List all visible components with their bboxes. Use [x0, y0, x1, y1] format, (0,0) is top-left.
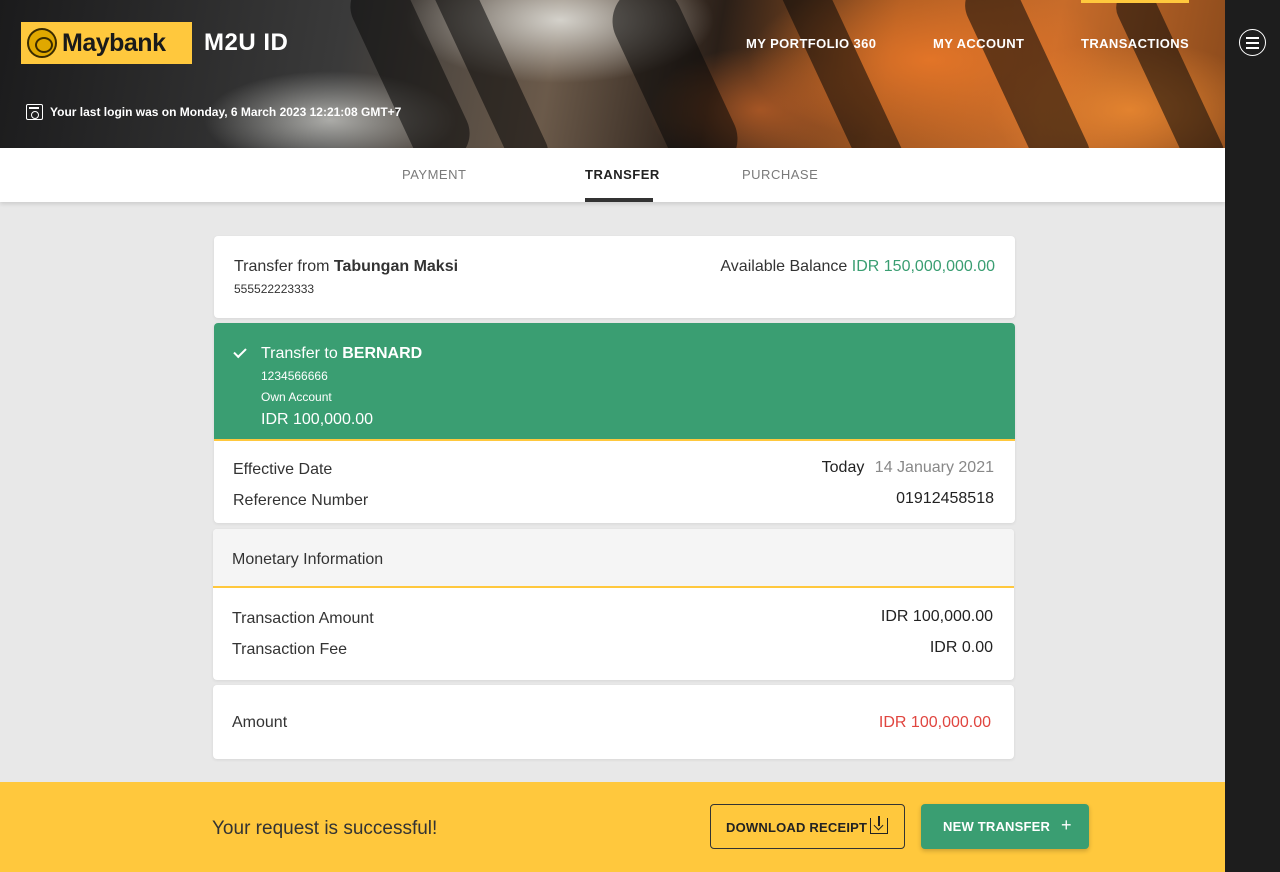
calendar-clock-icon [26, 104, 43, 120]
total-amount-card: Amount IDR 100,000.00 [213, 685, 1014, 759]
transfer-from-card: Transfer from Tabungan Maksi 55552222333… [214, 236, 1015, 318]
tab-purchase[interactable]: PURCHASE [742, 167, 818, 182]
menu-icon[interactable] [1239, 29, 1266, 56]
effective-date-value-line: Today 14 January 2021 [822, 459, 994, 477]
header-banner: Maybank M2U ID MY PORTFOLIO 360 MY ACCOU… [0, 0, 1225, 148]
total-amount-label: Amount [232, 714, 288, 731]
reference-number-value: 01912458518 [896, 490, 994, 507]
monetary-information-header: Monetary Information [213, 529, 1014, 588]
transaction-amount-value: IDR 100,000.00 [880, 608, 993, 625]
side-panel [1225, 0, 1280, 872]
transaction-fee-label: Transaction Fee [232, 641, 348, 658]
from-account-name: Tabungan Maksi [333, 258, 459, 275]
last-login-text: Your last login was on Monday, 6 March 2… [50, 105, 402, 119]
recipient-account-type: Own Account [261, 390, 332, 404]
effective-date-label: Effective Date [233, 461, 333, 478]
transfer-to-summary: Transfer to BERNARD 1234566666 Own Accou… [214, 323, 1015, 441]
transfer-to-line: Transfer to BERNARD [261, 345, 422, 363]
plus-icon: + [1061, 815, 1072, 835]
action-bar: Your request is successful! DOWNLOAD REC… [0, 782, 1225, 872]
monetary-information-title: Monetary Information [232, 551, 384, 568]
check-icon [233, 344, 247, 359]
nav-my-account[interactable]: MY ACCOUNT [933, 36, 1024, 51]
tab-bar: PAYMENT TRANSFER PURCHASE [0, 148, 1225, 202]
success-message: Your request is successful! [212, 818, 438, 839]
nav-active-accent [1081, 0, 1189, 3]
available-balance-label: Available Balance [720, 258, 848, 275]
last-login-info: Your last login was on Monday, 6 March 2… [26, 104, 401, 120]
transaction-amount-label: Transaction Amount [232, 610, 374, 627]
new-transfer-label: NEW TRANSFER [943, 819, 1051, 834]
available-balance-line: Available Balance IDR 150,000,000.00 [720, 258, 995, 276]
tiger-logo-icon [27, 28, 57, 58]
nav-my-portfolio-360[interactable]: MY PORTFOLIO 360 [746, 36, 876, 51]
today-label: Today [821, 459, 865, 476]
monetary-information-card: Monetary Information Transaction Amount … [213, 529, 1014, 680]
total-amount-value: IDR 100,000.00 [878, 714, 991, 731]
transfer-to-label: Transfer to [261, 345, 338, 362]
from-account-number: 555522223333 [234, 282, 315, 296]
download-receipt-button[interactable]: DOWNLOAD RECEIPT [710, 804, 905, 849]
transfer-from-label: Transfer from [234, 258, 330, 275]
recipient-account-number: 1234566666 [261, 369, 328, 383]
download-receipt-label: DOWNLOAD RECEIPT [726, 820, 868, 835]
logo-text: Maybank [62, 28, 166, 57]
recipient-name: BERNARD [342, 345, 423, 362]
new-transfer-button[interactable]: NEW TRANSFER + [921, 804, 1089, 849]
transfer-amount: IDR 100,000.00 [261, 411, 374, 428]
nav-transactions[interactable]: TRANSACTIONS [1081, 36, 1189, 51]
available-balance-value: IDR 150,000,000.00 [851, 258, 995, 275]
tab-payment[interactable]: PAYMENT [402, 167, 466, 182]
download-icon [870, 816, 888, 834]
maybank-logo[interactable]: Maybank [21, 22, 192, 64]
effective-date-value: 14 January 2021 [874, 459, 994, 476]
transaction-fee-value: IDR 0.00 [929, 639, 993, 656]
transfer-to-card: Transfer to BERNARD 1234566666 Own Accou… [214, 323, 1015, 523]
active-tab-indicator [585, 198, 653, 202]
reference-number-label: Reference Number [233, 492, 369, 509]
transfer-from-line: Transfer from Tabungan Maksi [234, 258, 458, 276]
app-title: M2U ID [204, 29, 289, 56]
tab-transfer[interactable]: TRANSFER [585, 167, 660, 182]
